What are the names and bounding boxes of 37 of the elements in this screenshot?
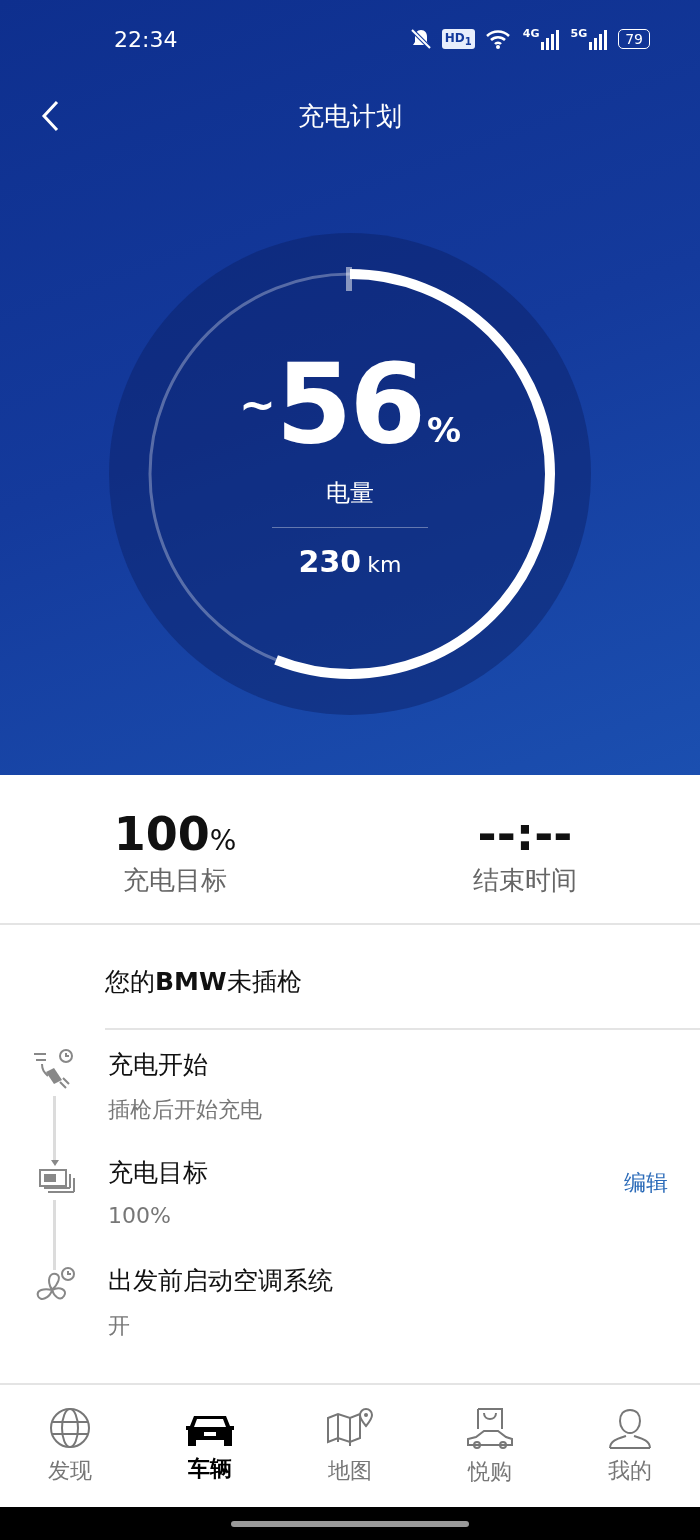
network-label: 5G xyxy=(570,28,588,39)
step-title: 出发前启动空调系统 xyxy=(108,1265,334,1297)
stat-value: --:-- xyxy=(477,807,573,861)
bell-off-icon xyxy=(409,28,432,50)
start-tick xyxy=(346,267,352,291)
stat-unit: % xyxy=(209,824,237,857)
nav-tab[interactable]: 我的 xyxy=(560,1405,700,1487)
shopping-car-icon xyxy=(464,1405,516,1451)
stat-label: 结束时间 xyxy=(473,864,577,897)
nav-tab[interactable]: 车辆 xyxy=(140,1407,280,1485)
step-title: 充电开始 xyxy=(108,1049,209,1081)
range-value: 230 xyxy=(298,544,362,579)
range-unit: km xyxy=(367,552,402,577)
page-title: 充电计划 xyxy=(298,99,402,133)
plug-status: 您的BMW未插枪 xyxy=(105,925,700,1030)
step-detail: 100% xyxy=(108,1203,172,1228)
status-time: 22:34 xyxy=(114,26,178,52)
stat-label: 充电目标 xyxy=(123,864,227,897)
person-icon xyxy=(606,1406,654,1450)
nav-tab[interactable]: 地图 xyxy=(280,1405,420,1487)
step-detail: 插枪后开始充电 xyxy=(108,1096,263,1124)
nav-tab[interactable]: 悦购 xyxy=(420,1404,560,1488)
network-label: 4G xyxy=(522,28,540,39)
charge-percent: 56 xyxy=(275,349,423,459)
signal-icon xyxy=(588,28,609,50)
edit-link[interactable]: 编辑 xyxy=(624,1168,668,1198)
charge-label: 电量 xyxy=(326,478,374,509)
battery-indicator: 79 xyxy=(618,29,650,49)
approx-sign: ~ xyxy=(239,378,276,430)
stat-value: 100 xyxy=(113,807,210,861)
step-title: 充电目标 xyxy=(108,1157,209,1189)
globe-icon xyxy=(48,1406,92,1450)
step-detail: 开 xyxy=(108,1312,131,1340)
percent-unit: % xyxy=(426,410,461,450)
nav-tab[interactable]: 发现 xyxy=(0,1405,140,1487)
hd-badge: HD$_{1}$ xyxy=(441,28,475,50)
signal-icon xyxy=(540,28,561,50)
